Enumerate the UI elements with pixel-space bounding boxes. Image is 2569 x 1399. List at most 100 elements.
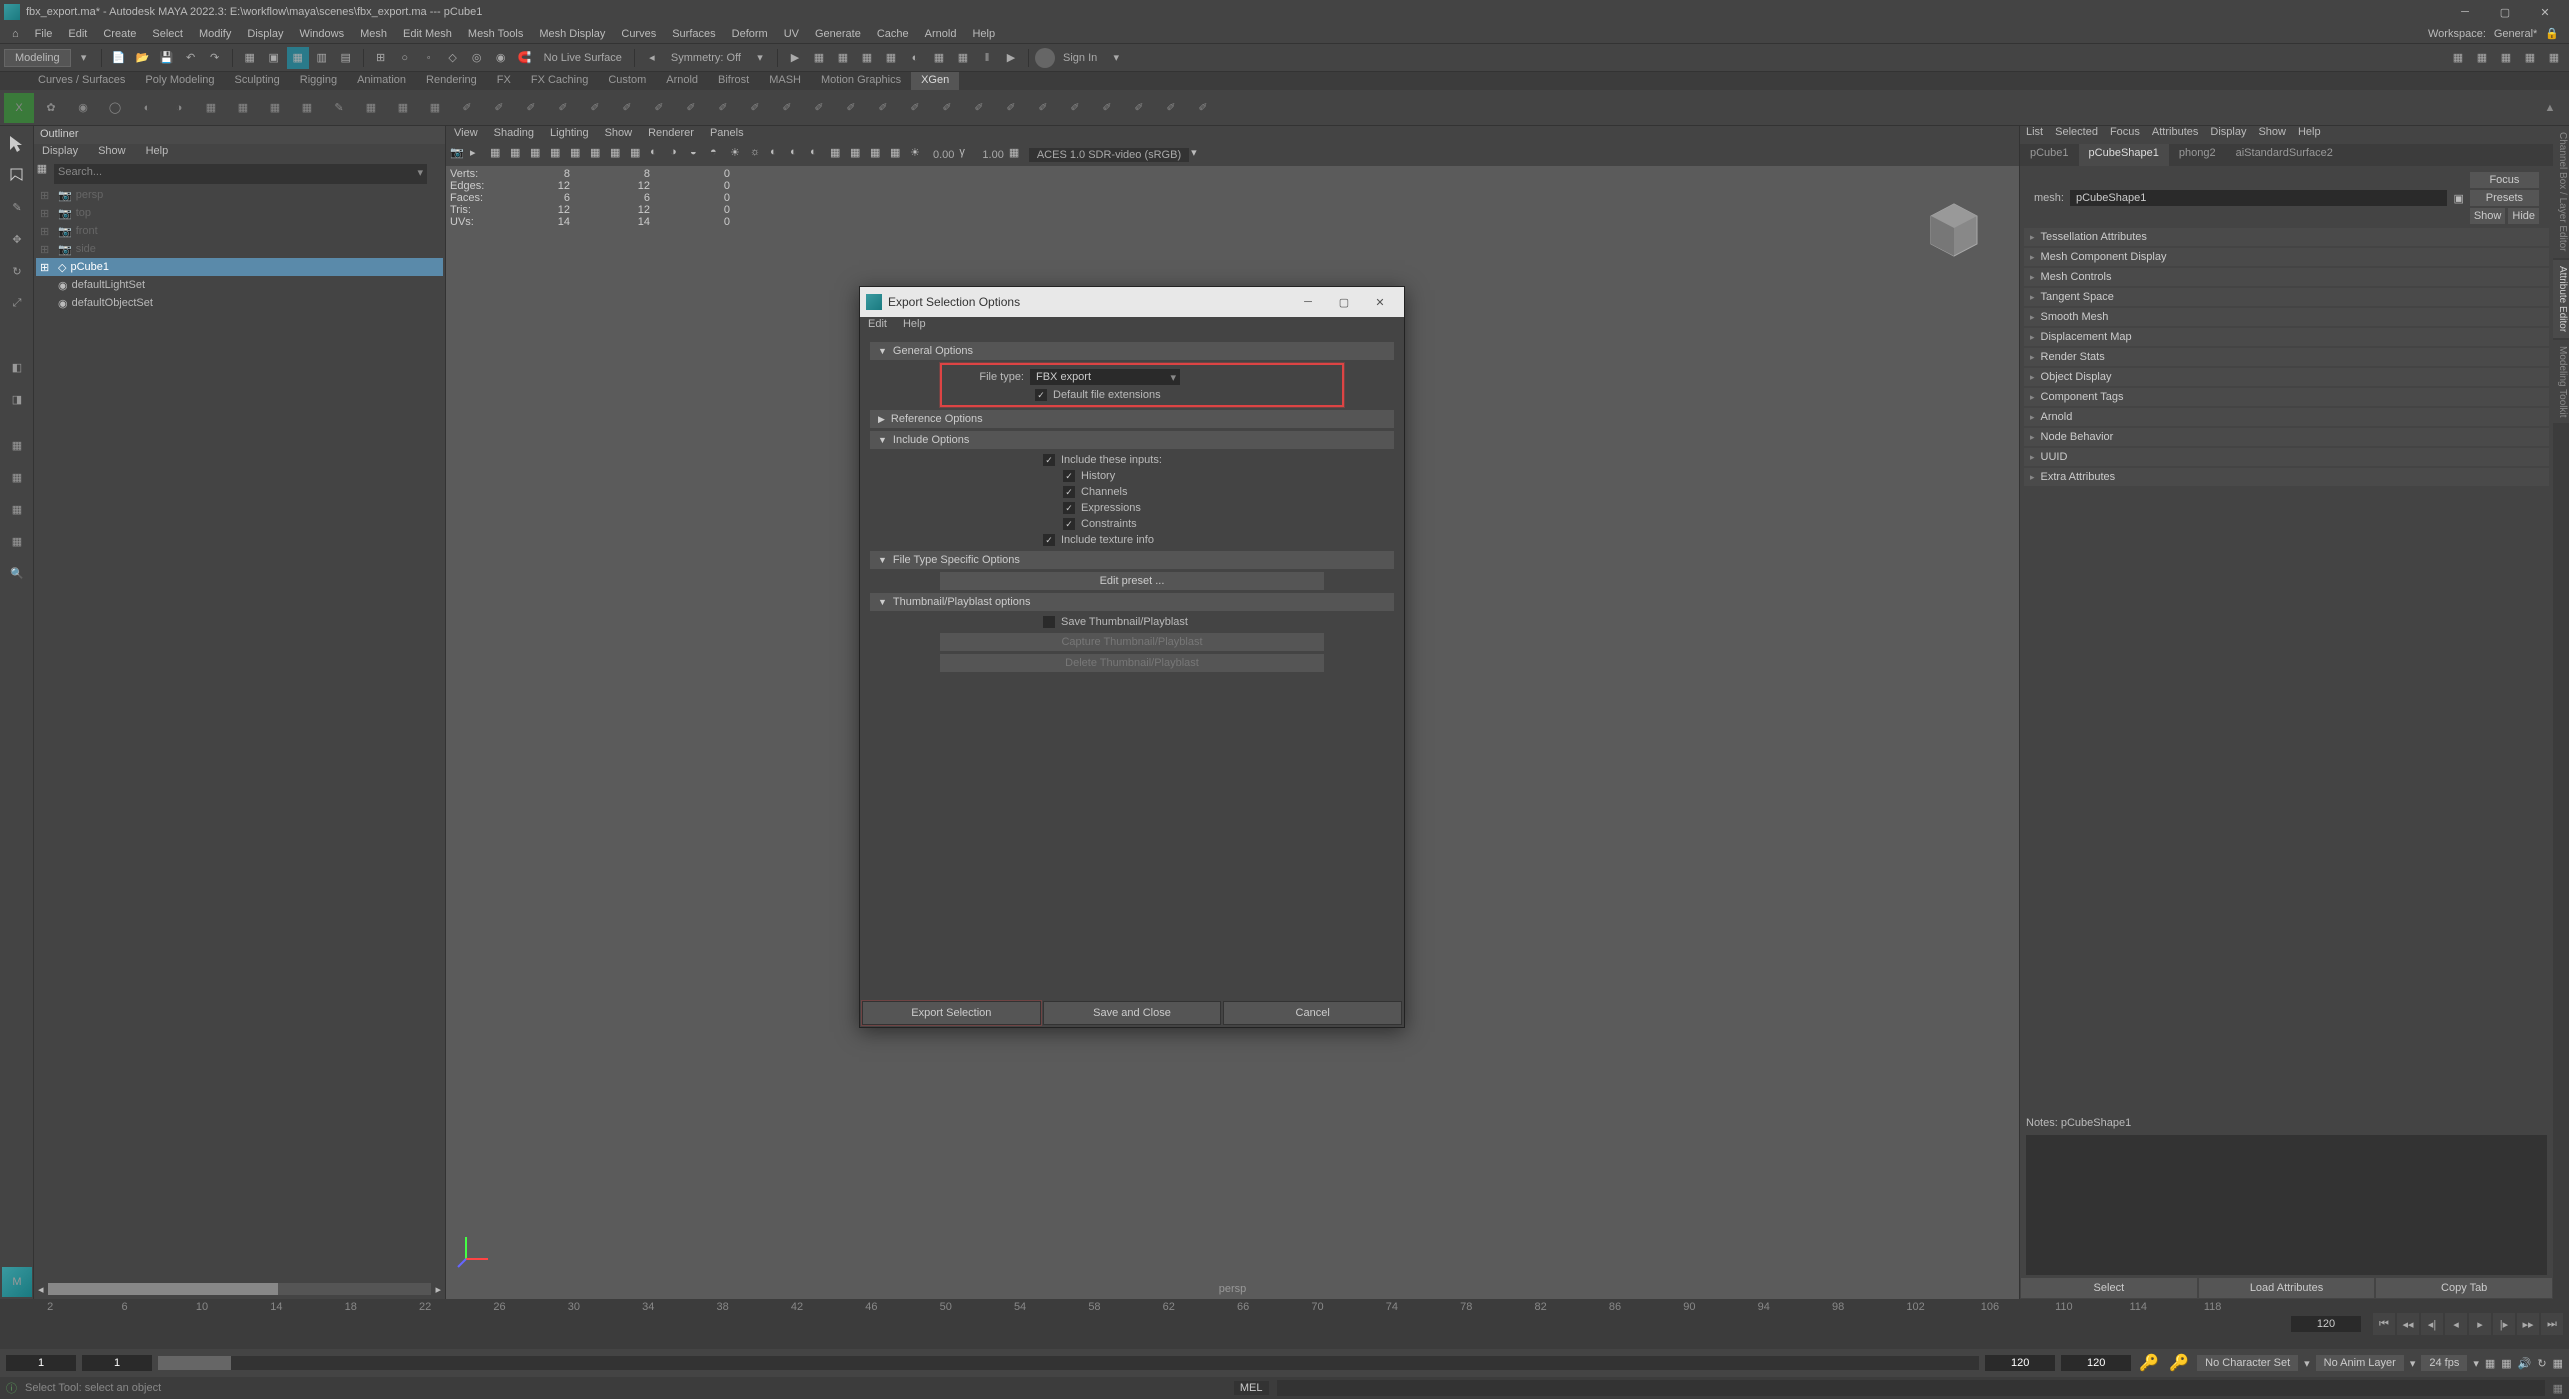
mesh-name-field[interactable]: pCubeShape1 (2070, 190, 2447, 206)
vp-x2-icon[interactable]: ▦ (870, 146, 888, 164)
vp-gamma-value[interactable]: 1.00 (979, 149, 1006, 161)
toolbar-right3-icon[interactable]: ▦ (2495, 47, 2517, 69)
shelf-tab-poly[interactable]: Poly Modeling (135, 72, 224, 90)
vp-gate-icon[interactable]: ▦ (610, 146, 628, 164)
shelf-icon-8[interactable]: ▦ (260, 93, 290, 123)
render-setup-icon[interactable]: ◐ (904, 47, 926, 69)
menu-mesh-display[interactable]: Mesh Display (531, 26, 613, 42)
timeline-current-frame[interactable]: 120 (2291, 1316, 2361, 1332)
vp-exposure-value[interactable]: 0.00 (930, 149, 957, 161)
select-component-icon[interactable]: ▦ (287, 47, 309, 69)
vp-camera-icon[interactable]: 📷 (450, 146, 468, 164)
section-extra[interactable]: Extra Attributes (2024, 468, 2549, 486)
rotate-tool-icon[interactable]: ↻ (2, 256, 32, 286)
vp-menu-show[interactable]: Show (603, 126, 635, 144)
shelf-tab-render[interactable]: Rendering (416, 72, 487, 90)
play-forward-icon[interactable]: ▸ (2469, 1313, 2491, 1335)
shelf-icon-35[interactable]: ✐ (1124, 93, 1154, 123)
menu-arnold[interactable]: Arnold (917, 26, 965, 42)
shelf-scroll-icon[interactable]: ▲ (2535, 93, 2565, 123)
focus-button[interactable]: Focus (2470, 172, 2539, 188)
vp-colorspace-dropdown[interactable]: ACES 1.0 SDR-video (sRGB) (1029, 148, 1189, 162)
shelf-icon-25[interactable]: ✐ (804, 93, 834, 123)
layout-4-icon[interactable]: ▦ (2, 526, 32, 556)
animlayer-arrow-icon[interactable]: ▾ (2410, 1357, 2416, 1370)
render-globals-icon[interactable]: ▦ (880, 47, 902, 69)
hide-button[interactable]: Hide (2508, 208, 2539, 224)
outliner-item-objectset[interactable]: ◉defaultObjectSet (36, 294, 443, 312)
vp-i1-icon[interactable]: ▦ (490, 146, 508, 164)
delete-thumbnail-button[interactable]: Delete Thumbnail/Playblast (940, 654, 1324, 672)
include-inputs-checkbox[interactable] (1043, 454, 1055, 466)
side-tab-channelbox[interactable]: Channel Box / Layer Editor (2553, 126, 2569, 258)
range-misc2-icon[interactable]: ▦ (2501, 1357, 2511, 1370)
select-tool-icon[interactable] (2, 128, 32, 158)
shelf-icon-27[interactable]: ✐ (868, 93, 898, 123)
shelf-icon-14[interactable]: ✐ (452, 93, 482, 123)
select-multi-icon[interactable]: ▥ (311, 47, 333, 69)
timeline-ruler[interactable]: 2610141822263034384246505458626670747882… (0, 1299, 2291, 1349)
dialog-menu-help[interactable]: Help (901, 317, 928, 337)
section-smooth[interactable]: Smooth Mesh (2024, 308, 2549, 326)
dialog-close-button[interactable]: ✕ (1362, 288, 1398, 316)
shelf-icon-37[interactable]: ✐ (1188, 93, 1218, 123)
shelf-icon-23[interactable]: ✐ (740, 93, 770, 123)
toolbar-right4-icon[interactable]: ▦ (2519, 47, 2541, 69)
outliner-item-front[interactable]: ⊞📷front (36, 222, 443, 240)
shelf-icon-19[interactable]: ✐ (612, 93, 642, 123)
menu-cache[interactable]: Cache (869, 26, 917, 42)
range-inner-start-field[interactable]: 1 (82, 1355, 152, 1371)
persp-layout-icon[interactable]: ▦ (2, 462, 32, 492)
dialog-menu-edit[interactable]: Edit (866, 317, 889, 337)
attr-copy-button[interactable]: Copy Tab (2375, 1277, 2553, 1299)
menu-windows[interactable]: Windows (291, 26, 352, 42)
symmetry-arrow2-icon[interactable]: ▾ (749, 47, 771, 69)
section-comptags[interactable]: Component Tags (2024, 388, 2549, 406)
render-sequence-icon[interactable]: ▦ (832, 47, 854, 69)
volume-icon[interactable]: 🔊 (2518, 1357, 2532, 1370)
vp-i4-icon[interactable]: ▦ (550, 146, 568, 164)
menu-mesh[interactable]: Mesh (352, 26, 395, 42)
outliner-item-persp[interactable]: ⊞📷persp (36, 186, 443, 204)
menu-select[interactable]: Select (144, 26, 191, 42)
toolbar-right2-icon[interactable]: ▦ (2471, 47, 2493, 69)
dialog-minimize-button[interactable]: ─ (1290, 288, 1326, 316)
constraints-checkbox[interactable] (1063, 518, 1075, 530)
command-line-input[interactable] (1277, 1380, 2545, 1396)
sign-in-button[interactable]: Sign In (1057, 52, 1103, 64)
shelf-icon-24[interactable]: ✐ (772, 93, 802, 123)
vp-menu-shading[interactable]: Shading (492, 126, 536, 144)
notes-textarea[interactable] (2026, 1135, 2547, 1275)
dialog-maximize-button[interactable]: ▢ (1326, 288, 1362, 316)
attr-menu-focus[interactable]: Focus (2110, 126, 2140, 144)
channels-checkbox[interactable] (1063, 486, 1075, 498)
shelf-tab-motion[interactable]: Motion Graphics (811, 72, 911, 90)
section-thumbnail[interactable]: ▼Thumbnail/Playblast options (870, 593, 1394, 611)
outliner-menu-display[interactable]: Display (38, 144, 82, 162)
shelf-tab-xgen[interactable]: XGen (911, 72, 959, 90)
snap-point-icon[interactable]: ◦ (418, 47, 440, 69)
shelf-icon-10[interactable]: ✎ (324, 93, 354, 123)
vp-menu-panels[interactable]: Panels (708, 126, 746, 144)
attr-menu-selected[interactable]: Selected (2055, 126, 2098, 144)
render-view-icon[interactable]: ▦ (856, 47, 878, 69)
vp-expo-icon[interactable]: ☀ (910, 146, 928, 164)
section-file-type-specific[interactable]: ▼File Type Specific Options (870, 551, 1394, 569)
shelf-icon-11[interactable]: ▦ (356, 93, 386, 123)
minimize-button[interactable]: ─ (2445, 0, 2485, 24)
shelf-tab-sculpt[interactable]: Sculpting (225, 72, 290, 90)
vp-grid-icon[interactable]: ▦ (570, 146, 588, 164)
shaded-tool-icon[interactable]: ◨ (2, 384, 32, 414)
default-ext-checkbox[interactable] (1035, 389, 1047, 401)
shelf-icon-1[interactable]: ✿ (36, 93, 66, 123)
vp-shade2-icon[interactable]: ◑ (670, 146, 688, 164)
step-back-key-icon[interactable]: ◂◂ (2397, 1313, 2419, 1335)
range-slider[interactable] (158, 1356, 1979, 1370)
section-reference-options[interactable]: ▶Reference Options (870, 410, 1394, 428)
section-objdisplay[interactable]: Object Display (2024, 368, 2549, 386)
section-nodebehavior[interactable]: Node Behavior (2024, 428, 2549, 446)
outliner-item-top[interactable]: ⊞📷top (36, 204, 443, 222)
magnet-icon[interactable]: 🧲 (514, 47, 536, 69)
vp-film-icon[interactable]: ▦ (590, 146, 608, 164)
step-forward-icon[interactable]: |▸ (2493, 1313, 2515, 1335)
